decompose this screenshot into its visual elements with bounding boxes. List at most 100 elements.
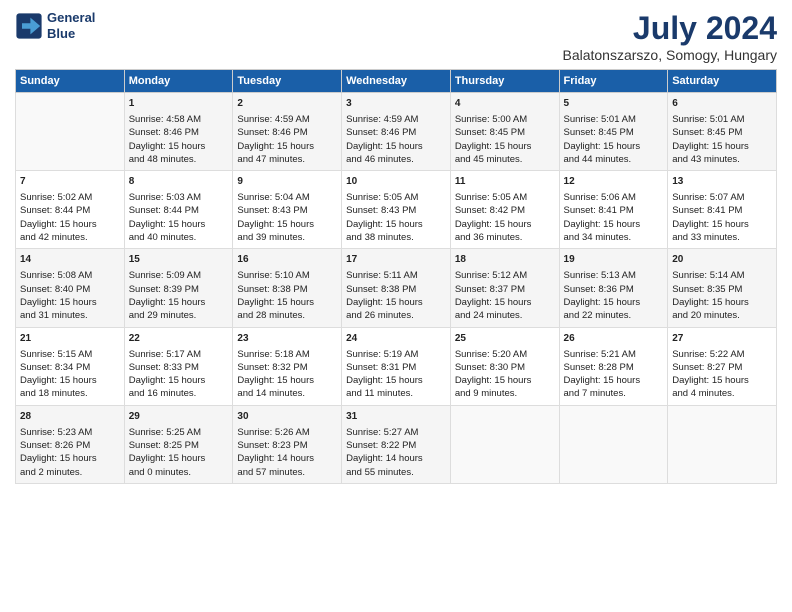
week-row: 21Sunrise: 5:15 AMSunset: 8:34 PMDayligh… [16,327,777,405]
table-row: 10Sunrise: 5:05 AMSunset: 8:43 PMDayligh… [342,171,451,249]
day-number: 17 [346,253,446,267]
day-info: Daylight: 15 hours [455,140,555,153]
day-info: Sunrise: 4:58 AM [129,113,229,126]
day-info: and 44 minutes. [564,153,664,166]
day-number: 25 [455,332,555,346]
day-info: Sunset: 8:36 PM [564,283,664,296]
day-number: 8 [129,175,229,189]
day-number: 29 [129,410,229,424]
table-row: 5Sunrise: 5:01 AMSunset: 8:45 PMDaylight… [559,93,668,171]
week-row: 1Sunrise: 4:58 AMSunset: 8:46 PMDaylight… [16,93,777,171]
day-number: 31 [346,410,446,424]
day-info: Daylight: 15 hours [455,374,555,387]
table-row: 2Sunrise: 4:59 AMSunset: 8:46 PMDaylight… [233,93,342,171]
table-row: 20Sunrise: 5:14 AMSunset: 8:35 PMDayligh… [668,249,777,327]
day-number: 19 [564,253,664,267]
day-info: Sunset: 8:45 PM [455,126,555,139]
day-info: Sunrise: 5:03 AM [129,191,229,204]
header: General Blue July 2024 Balatonszarszo, S… [15,10,777,63]
day-info: and 4 minutes. [672,387,772,400]
day-info: Daylight: 15 hours [129,296,229,309]
table-row [450,405,559,483]
day-info: Sunrise: 5:06 AM [564,191,664,204]
day-info: Daylight: 15 hours [672,140,772,153]
day-info: Daylight: 15 hours [672,218,772,231]
day-info: Sunset: 8:27 PM [672,361,772,374]
day-info: Sunrise: 5:23 AM [20,426,120,439]
day-info: Sunrise: 5:04 AM [237,191,337,204]
table-row: 31Sunrise: 5:27 AMSunset: 8:22 PMDayligh… [342,405,451,483]
day-number: 6 [672,97,772,111]
day-info: and 9 minutes. [455,387,555,400]
day-info: Daylight: 15 hours [455,218,555,231]
day-info: and 11 minutes. [346,387,446,400]
day-info: and 34 minutes. [564,231,664,244]
day-info: Sunrise: 5:05 AM [346,191,446,204]
day-number: 11 [455,175,555,189]
day-info: Daylight: 15 hours [346,218,446,231]
header-row: Sunday Monday Tuesday Wednesday Thursday… [16,70,777,93]
table-row: 8Sunrise: 5:03 AMSunset: 8:44 PMDaylight… [124,171,233,249]
day-info: and 39 minutes. [237,231,337,244]
calendar-table: Sunday Monday Tuesday Wednesday Thursday… [15,69,777,484]
day-info: Sunset: 8:46 PM [129,126,229,139]
day-info: Sunset: 8:30 PM [455,361,555,374]
day-number: 18 [455,253,555,267]
table-row [559,405,668,483]
logo-icon [15,12,43,40]
day-info: Sunrise: 5:20 AM [455,348,555,361]
day-info: Sunset: 8:44 PM [20,204,120,217]
col-monday: Monday [124,70,233,93]
day-info: Daylight: 15 hours [237,140,337,153]
table-row: 23Sunrise: 5:18 AMSunset: 8:32 PMDayligh… [233,327,342,405]
day-info: Sunrise: 5:08 AM [20,269,120,282]
day-number: 20 [672,253,772,267]
table-row: 9Sunrise: 5:04 AMSunset: 8:43 PMDaylight… [233,171,342,249]
day-info: and 45 minutes. [455,153,555,166]
table-row: 1Sunrise: 4:58 AMSunset: 8:46 PMDaylight… [124,93,233,171]
day-info: Sunrise: 5:07 AM [672,191,772,204]
day-info: and 47 minutes. [237,153,337,166]
col-friday: Friday [559,70,668,93]
day-info: Sunset: 8:45 PM [672,126,772,139]
day-number: 9 [237,175,337,189]
day-info: Sunrise: 5:14 AM [672,269,772,282]
table-row [16,93,125,171]
day-info: Sunset: 8:39 PM [129,283,229,296]
week-row: 28Sunrise: 5:23 AMSunset: 8:26 PMDayligh… [16,405,777,483]
day-info: Daylight: 15 hours [129,218,229,231]
day-info: and 48 minutes. [129,153,229,166]
day-number: 27 [672,332,772,346]
day-info: and 24 minutes. [455,309,555,322]
page: General Blue July 2024 Balatonszarszo, S… [0,0,792,612]
day-info: and 18 minutes. [20,387,120,400]
day-info: Sunset: 8:35 PM [672,283,772,296]
day-number: 24 [346,332,446,346]
day-info: and 28 minutes. [237,309,337,322]
day-number: 12 [564,175,664,189]
main-title: July 2024 [562,10,777,47]
table-row: 18Sunrise: 5:12 AMSunset: 8:37 PMDayligh… [450,249,559,327]
title-area: July 2024 Balatonszarszo, Somogy, Hungar… [562,10,777,63]
day-number: 10 [346,175,446,189]
day-info: Sunrise: 5:22 AM [672,348,772,361]
day-info: Daylight: 15 hours [20,452,120,465]
day-number: 30 [237,410,337,424]
col-thursday: Thursday [450,70,559,93]
day-info: Daylight: 15 hours [346,296,446,309]
day-info: and 16 minutes. [129,387,229,400]
day-number: 7 [20,175,120,189]
col-tuesday: Tuesday [233,70,342,93]
table-row: 22Sunrise: 5:17 AMSunset: 8:33 PMDayligh… [124,327,233,405]
day-info: Sunset: 8:41 PM [564,204,664,217]
day-info: Sunset: 8:32 PM [237,361,337,374]
table-row: 28Sunrise: 5:23 AMSunset: 8:26 PMDayligh… [16,405,125,483]
table-row: 30Sunrise: 5:26 AMSunset: 8:23 PMDayligh… [233,405,342,483]
day-info: Sunrise: 5:17 AM [129,348,229,361]
table-row: 17Sunrise: 5:11 AMSunset: 8:38 PMDayligh… [342,249,451,327]
day-number: 13 [672,175,772,189]
day-info: and 2 minutes. [20,466,120,479]
day-info: and 29 minutes. [129,309,229,322]
day-info: Sunrise: 5:11 AM [346,269,446,282]
day-info: Daylight: 15 hours [129,452,229,465]
